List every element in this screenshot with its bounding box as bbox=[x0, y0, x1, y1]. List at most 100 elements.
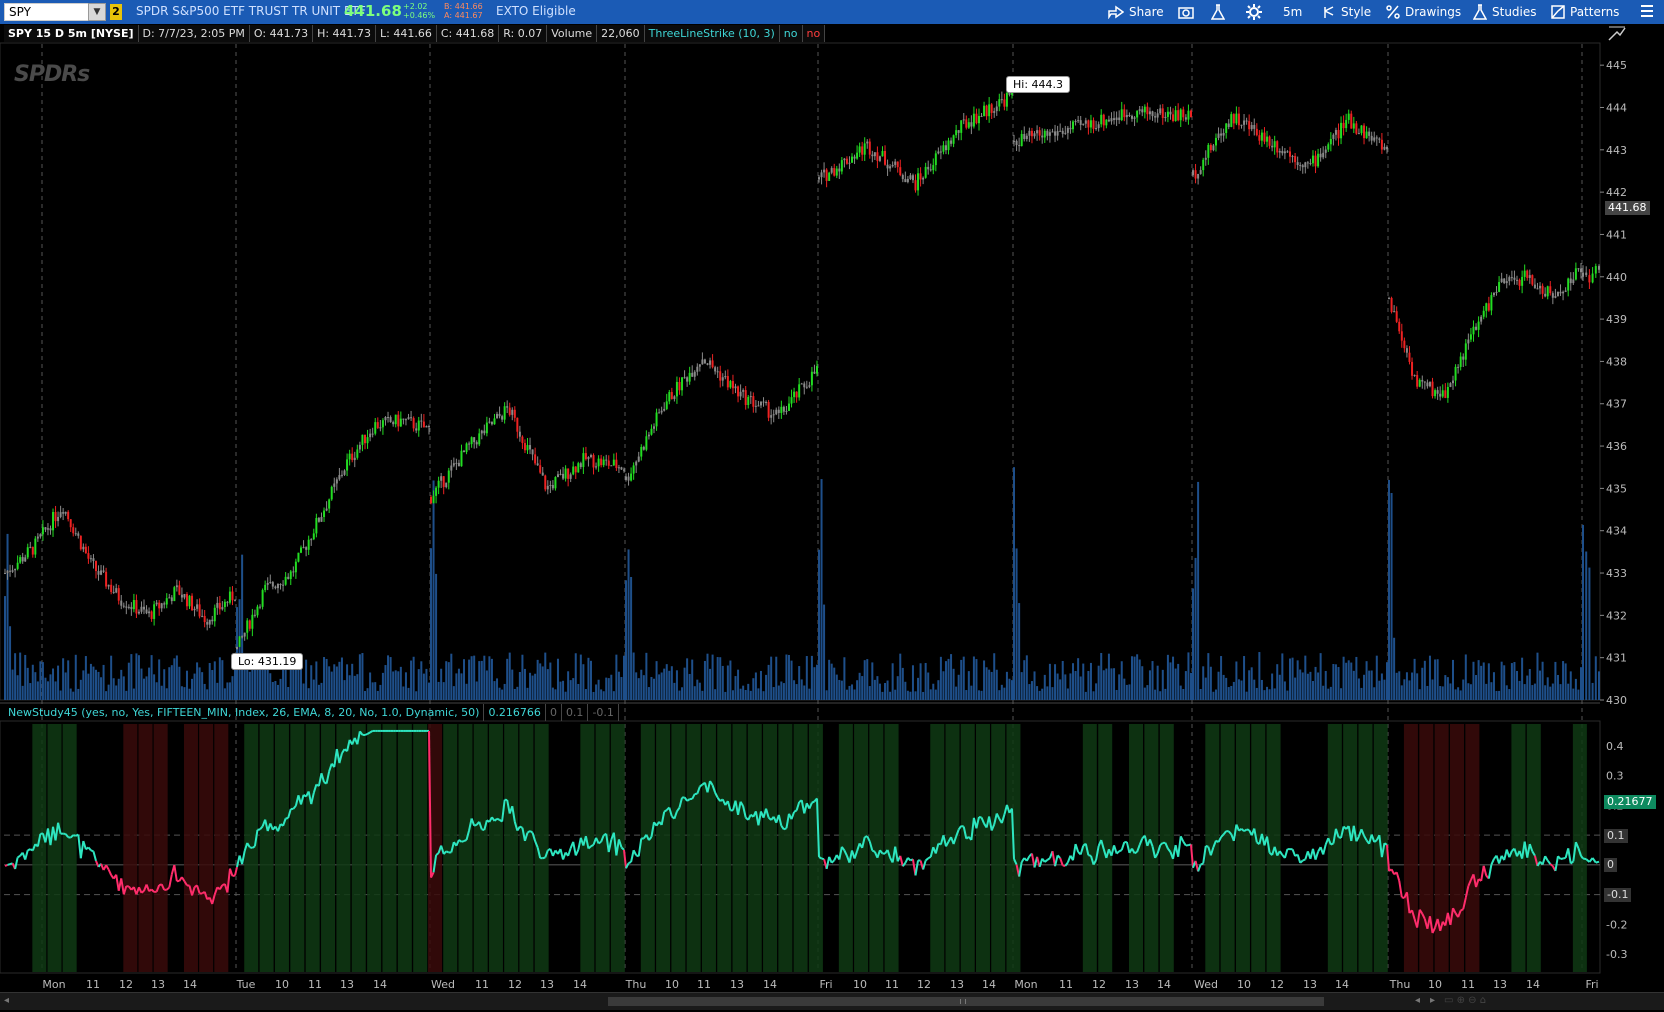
scroll-left-icon[interactable]: ◂ bbox=[4, 995, 9, 1006]
volume-bar bbox=[1199, 688, 1202, 700]
volume-bar bbox=[1003, 687, 1006, 700]
volume-bar bbox=[1197, 481, 1200, 700]
scroll-right-icon[interactable]: ◂ bbox=[1415, 995, 1420, 1006]
candle-body bbox=[544, 475, 547, 490]
volume-bar bbox=[623, 655, 625, 700]
candle-body bbox=[44, 527, 47, 530]
volume-bar bbox=[650, 676, 653, 700]
volume-bar bbox=[904, 681, 907, 700]
osc-background-band bbox=[1144, 724, 1159, 972]
volume-bar bbox=[503, 683, 506, 700]
osc-background-band bbox=[214, 724, 229, 972]
volume-bar bbox=[384, 665, 387, 700]
price-tick-label: 434 bbox=[1606, 525, 1627, 538]
candle-body bbox=[496, 413, 499, 419]
scroll-right-end-icon[interactable]: ▸ bbox=[1430, 995, 1435, 1006]
volume-bar bbox=[1110, 668, 1113, 700]
volume-bar bbox=[112, 678, 115, 700]
volume-bar bbox=[551, 687, 554, 700]
candle-body bbox=[410, 417, 413, 419]
scroll-thumb[interactable] bbox=[608, 997, 1324, 1006]
drawing-tool-button[interactable] bbox=[1608, 26, 1626, 45]
horizontal-scrollbar[interactable]: ◂ ◂ ▸ ▭ ⊕ ⊖ ⌂ bbox=[0, 992, 1664, 1010]
osc-line-segment bbox=[17, 854, 21, 859]
volume-bar bbox=[1365, 661, 1368, 700]
candle-body bbox=[1462, 356, 1465, 360]
volume-bar bbox=[1125, 684, 1128, 700]
volume-bar bbox=[1077, 658, 1080, 700]
candle-body bbox=[1194, 170, 1197, 179]
volume-bar bbox=[754, 672, 757, 700]
candle-body bbox=[816, 366, 818, 374]
volume-bar bbox=[1064, 674, 1067, 700]
volume-bar bbox=[430, 548, 432, 700]
osc-background-band bbox=[183, 724, 198, 972]
candle-body bbox=[1539, 285, 1542, 289]
osc-background-band bbox=[519, 724, 534, 972]
osc-line-segment bbox=[249, 846, 253, 849]
volume-bar bbox=[840, 680, 843, 700]
volume-bar bbox=[1190, 672, 1192, 700]
chart-symbol-label[interactable]: SPY 15 D 5m [NYSE] bbox=[4, 25, 139, 42]
candle-body bbox=[823, 169, 826, 173]
candle-body bbox=[1179, 109, 1182, 121]
osc-level-tag: 0.1 bbox=[1604, 829, 1628, 843]
osc-background-band bbox=[367, 724, 382, 972]
volume-bar bbox=[772, 687, 775, 700]
candle-body bbox=[1281, 151, 1284, 154]
volume-bar bbox=[1154, 689, 1157, 700]
volume-bar bbox=[1214, 689, 1217, 700]
volume-bar bbox=[1421, 667, 1424, 700]
osc-line-segment bbox=[1554, 856, 1559, 872]
volume-bar bbox=[1278, 674, 1281, 700]
osc-background-band bbox=[1343, 724, 1358, 972]
volume-bar bbox=[1240, 680, 1243, 700]
volume-bar bbox=[1314, 666, 1317, 700]
volume-bar bbox=[463, 659, 466, 700]
chart-canvas[interactable]: 445 444 443 442 441 440 439 438 437 436 435 434 433 4… bbox=[0, 0, 1664, 1012]
candle-body bbox=[1334, 129, 1337, 135]
volume-bar bbox=[402, 686, 405, 700]
volume-bar bbox=[1061, 660, 1064, 700]
osc-line-segment bbox=[1072, 843, 1077, 861]
candle-body bbox=[805, 386, 808, 388]
osc-background-band bbox=[199, 724, 214, 972]
volume-bar bbox=[180, 686, 183, 700]
candle-body bbox=[1464, 343, 1467, 360]
candle-body bbox=[901, 175, 904, 180]
lower-study-label[interactable]: NewStudy45 (yes, no, Yes, FIFTEEN_MIN, I… bbox=[4, 704, 485, 721]
osc-tick-label: 0.4 bbox=[1606, 740, 1624, 753]
volume-bar bbox=[513, 688, 516, 700]
price-tick-label: 435 bbox=[1606, 482, 1627, 495]
osc-line-segment bbox=[1544, 855, 1549, 862]
volume-bar bbox=[721, 665, 724, 700]
volume-bar bbox=[110, 655, 113, 700]
candle-body bbox=[1380, 139, 1383, 150]
volume-bar bbox=[185, 670, 188, 700]
candle-body bbox=[1013, 140, 1015, 142]
volume-bar bbox=[1531, 685, 1534, 700]
zoom-controls[interactable]: ▭ ⊕ ⊖ ⌂ bbox=[1444, 995, 1486, 1006]
osc-background-band bbox=[640, 724, 655, 972]
volume-bar bbox=[478, 661, 481, 700]
osc-background-band bbox=[473, 724, 488, 972]
volume-bar bbox=[52, 668, 55, 700]
candle-body bbox=[623, 469, 625, 471]
volume-bar bbox=[1115, 689, 1118, 700]
candle-body bbox=[526, 445, 529, 451]
x-axis-label: 12 bbox=[119, 978, 133, 991]
candle-body bbox=[909, 175, 912, 179]
volume-bar bbox=[475, 681, 478, 700]
osc-background-band bbox=[975, 724, 990, 972]
x-axis-label: Wed bbox=[1194, 978, 1218, 991]
volume-bar bbox=[617, 671, 620, 700]
study-label[interactable]: ThreeLineStrike (10, 3) bbox=[644, 25, 780, 42]
candle-body bbox=[475, 442, 478, 445]
volume-label[interactable]: Volume bbox=[547, 25, 598, 42]
volume-bar bbox=[1232, 681, 1235, 700]
candle-body bbox=[985, 105, 988, 117]
volume-bar bbox=[79, 679, 82, 700]
volume-bar bbox=[175, 655, 178, 700]
volume-bar bbox=[1462, 679, 1465, 700]
x-axis-label: Thu bbox=[625, 978, 647, 991]
